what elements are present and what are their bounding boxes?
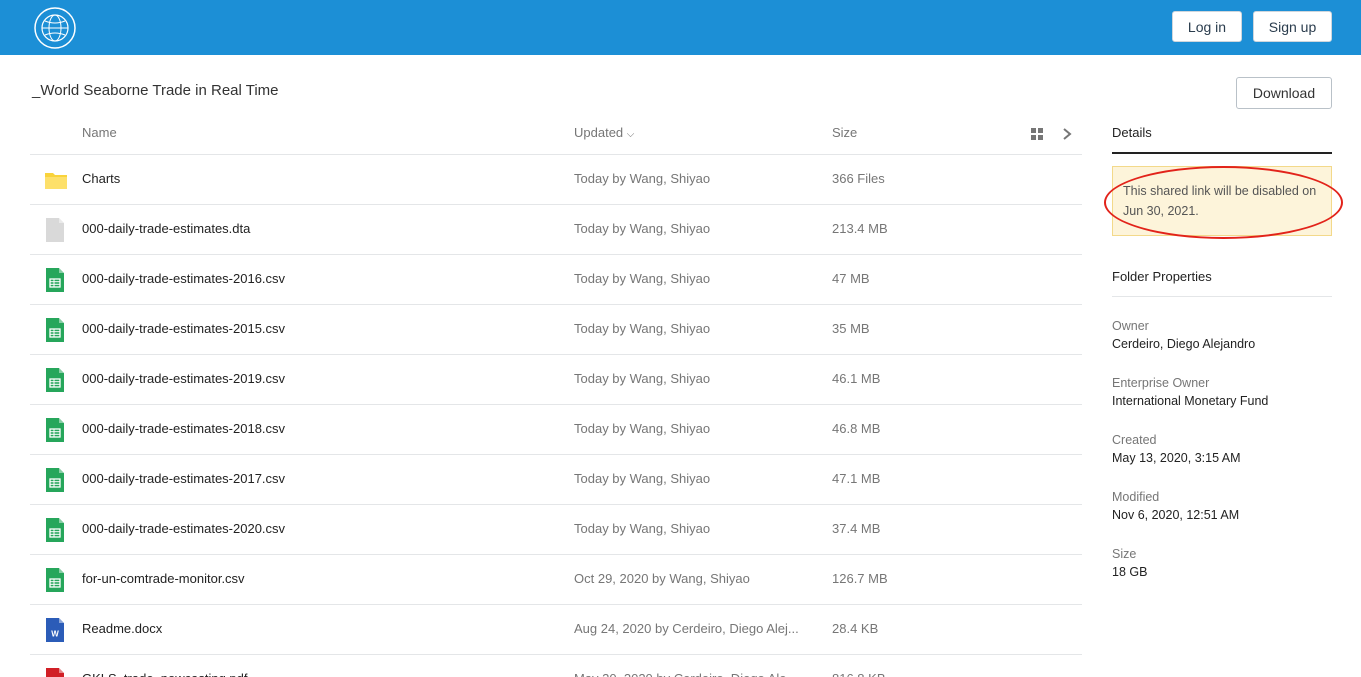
file-row[interactable]: 000-daily-trade-estimates-2016.csv Today … xyxy=(30,255,1082,305)
file-size: 37.4 MB xyxy=(832,521,881,536)
property-item: Enterprise Owner International Monetary F… xyxy=(1112,375,1332,411)
login-button[interactable]: Log in xyxy=(1172,11,1242,42)
file-size: 126.7 MB xyxy=(832,571,888,586)
file-updated: Today by Wang, Shiyao xyxy=(574,171,711,186)
download-button[interactable]: Download xyxy=(1236,77,1332,109)
file-size: 213.4 MB xyxy=(832,221,888,236)
column-header-name[interactable]: Name xyxy=(82,125,117,140)
file-updated: Today by Wang, Shiyao xyxy=(574,271,711,286)
signup-button[interactable]: Sign up xyxy=(1253,11,1332,42)
file-row[interactable]: 000-daily-trade-estimates-2018.csv Today … xyxy=(30,405,1082,455)
property-value: Cerdeiro, Diego Alejandro xyxy=(1112,337,1256,351)
file-row[interactable]: for-un-comtrade-monitor.csv Oct 29, 2020 … xyxy=(30,555,1082,605)
property-value: 18 GB xyxy=(1112,565,1148,579)
file-size: 366 Files xyxy=(832,171,885,186)
file-name[interactable]: 000-daily-trade-estimates-2020.csv xyxy=(82,521,285,536)
property-item: Size 18 GB xyxy=(1112,546,1332,582)
sheet-file-icon xyxy=(44,368,68,392)
file-updated: Today by Wang, Shiyao xyxy=(574,421,711,436)
folder-title: _World Seaborne Trade in Real Time xyxy=(32,82,279,99)
file-row[interactable]: W Readme.docx Aug 24, 2020 by Cerdeiro, Di… xyxy=(30,605,1082,655)
file-row[interactable]: GKLS_trade_nowcasting.pdf May 20, 2020 by… xyxy=(30,655,1082,677)
file-size: 35 MB xyxy=(832,321,870,336)
file-size: 47 MB xyxy=(832,271,870,286)
chevron-right-icon[interactable] xyxy=(1061,127,1073,141)
folder-icon xyxy=(44,168,68,192)
file-name[interactable]: 000-daily-trade-estimates-2018.csv xyxy=(82,421,285,436)
file-name[interactable]: 000-daily-trade-estimates-2019.csv xyxy=(82,371,285,386)
file-updated: Today by Wang, Shiyao xyxy=(574,471,711,486)
file-name[interactable]: 000-daily-trade-estimates-2016.csv xyxy=(82,271,285,286)
property-value: International Monetary Fund xyxy=(1112,394,1269,408)
file-name[interactable]: 000-daily-trade-estimates.dta xyxy=(82,221,250,236)
property-item: Modified Nov 6, 2020, 12:51 AM xyxy=(1112,489,1332,525)
generic-file-icon xyxy=(44,218,68,242)
shared-link-notice: This shared link will be disabled on Jun… xyxy=(1112,166,1332,236)
property-label: Size xyxy=(1112,547,1137,561)
file-size: 46.8 MB xyxy=(832,421,881,436)
sheet-file-icon xyxy=(44,418,68,442)
property-label: Modified xyxy=(1112,490,1160,504)
file-updated: May 20, 2020 by Cerdeiro, Diego Ale... xyxy=(574,671,797,677)
file-updated: Today by Wang, Shiyao xyxy=(574,221,711,236)
file-updated: Today by Wang, Shiyao xyxy=(574,371,711,386)
sheet-file-icon xyxy=(44,468,68,492)
property-label: Owner xyxy=(1112,319,1149,333)
file-size: 28.4 KB xyxy=(832,621,879,636)
file-updated: Oct 29, 2020 by Wang, Shiyao xyxy=(574,571,750,586)
sort-chevron-icon: ⌵ xyxy=(626,129,635,140)
sheet-file-icon xyxy=(44,318,68,342)
file-updated: Today by Wang, Shiyao xyxy=(574,521,711,536)
file-name[interactable]: GKLS_trade_nowcasting.pdf xyxy=(82,671,248,677)
sheet-file-icon xyxy=(44,268,68,292)
imf-logo[interactable] xyxy=(33,6,77,50)
property-item: Created May 13, 2020, 3:15 AM xyxy=(1112,432,1332,468)
file-updated: Aug 24, 2020 by Cerdeiro, Diego Alej... xyxy=(574,621,799,636)
tab-details[interactable]: Details xyxy=(1112,125,1332,154)
file-size: 816.8 KB xyxy=(832,671,886,677)
pdf-file-icon xyxy=(44,668,68,677)
file-row[interactable]: Charts Today by Wang, Shiyao 366 Files xyxy=(30,155,1082,205)
property-label: Enterprise Owner xyxy=(1112,376,1210,390)
property-value: May 13, 2020, 3:15 AM xyxy=(1112,451,1241,465)
sheet-file-icon xyxy=(44,568,68,592)
doc-file-icon: W xyxy=(44,618,68,642)
file-name[interactable]: 000-daily-trade-estimates-2015.csv xyxy=(82,321,285,336)
details-sidebar: Details This shared link will be disable… xyxy=(1112,125,1332,582)
folder-properties-title: Folder Properties xyxy=(1112,269,1332,297)
sheet-file-icon xyxy=(44,518,68,542)
property-label: Created xyxy=(1112,433,1157,447)
file-row[interactable]: 000-daily-trade-estimates.dta Today by Wa… xyxy=(30,205,1082,255)
svg-text:W: W xyxy=(51,630,59,639)
file-size: 47.1 MB xyxy=(832,471,881,486)
file-size: 46.1 MB xyxy=(832,371,881,386)
file-list: Charts Today by Wang, Shiyao 366 Files 000-… xyxy=(30,155,1082,677)
file-row[interactable]: 000-daily-trade-estimates-2015.csv Today … xyxy=(30,305,1082,355)
file-row[interactable]: 000-daily-trade-estimates-2020.csv Today … xyxy=(30,505,1082,555)
property-value: Nov 6, 2020, 12:51 AM xyxy=(1112,508,1240,522)
file-row[interactable]: 000-daily-trade-estimates-2017.csv Today … xyxy=(30,455,1082,505)
column-header-updated-label: Updated xyxy=(574,125,624,140)
column-header-updated[interactable]: Updated ⌵ xyxy=(574,125,634,140)
file-name[interactable]: Readme.docx xyxy=(82,621,162,636)
property-item: Owner Cerdeiro, Diego Alejandro xyxy=(1112,318,1332,354)
top-header: Log in Sign up xyxy=(0,0,1361,55)
file-name[interactable]: for-un-comtrade-monitor.csv xyxy=(82,571,245,586)
folder-properties-list: Owner Cerdeiro, Diego Alejandro Enterprise… xyxy=(1112,318,1332,582)
file-name[interactable]: 000-daily-trade-estimates-2017.csv xyxy=(82,471,285,486)
grid-view-icon[interactable] xyxy=(1031,128,1043,140)
file-updated: Today by Wang, Shiyao xyxy=(574,321,711,336)
file-row[interactable]: 000-daily-trade-estimates-2019.csv Today … xyxy=(30,355,1082,405)
file-name[interactable]: Charts xyxy=(82,171,120,186)
column-header-size[interactable]: Size xyxy=(832,125,857,140)
